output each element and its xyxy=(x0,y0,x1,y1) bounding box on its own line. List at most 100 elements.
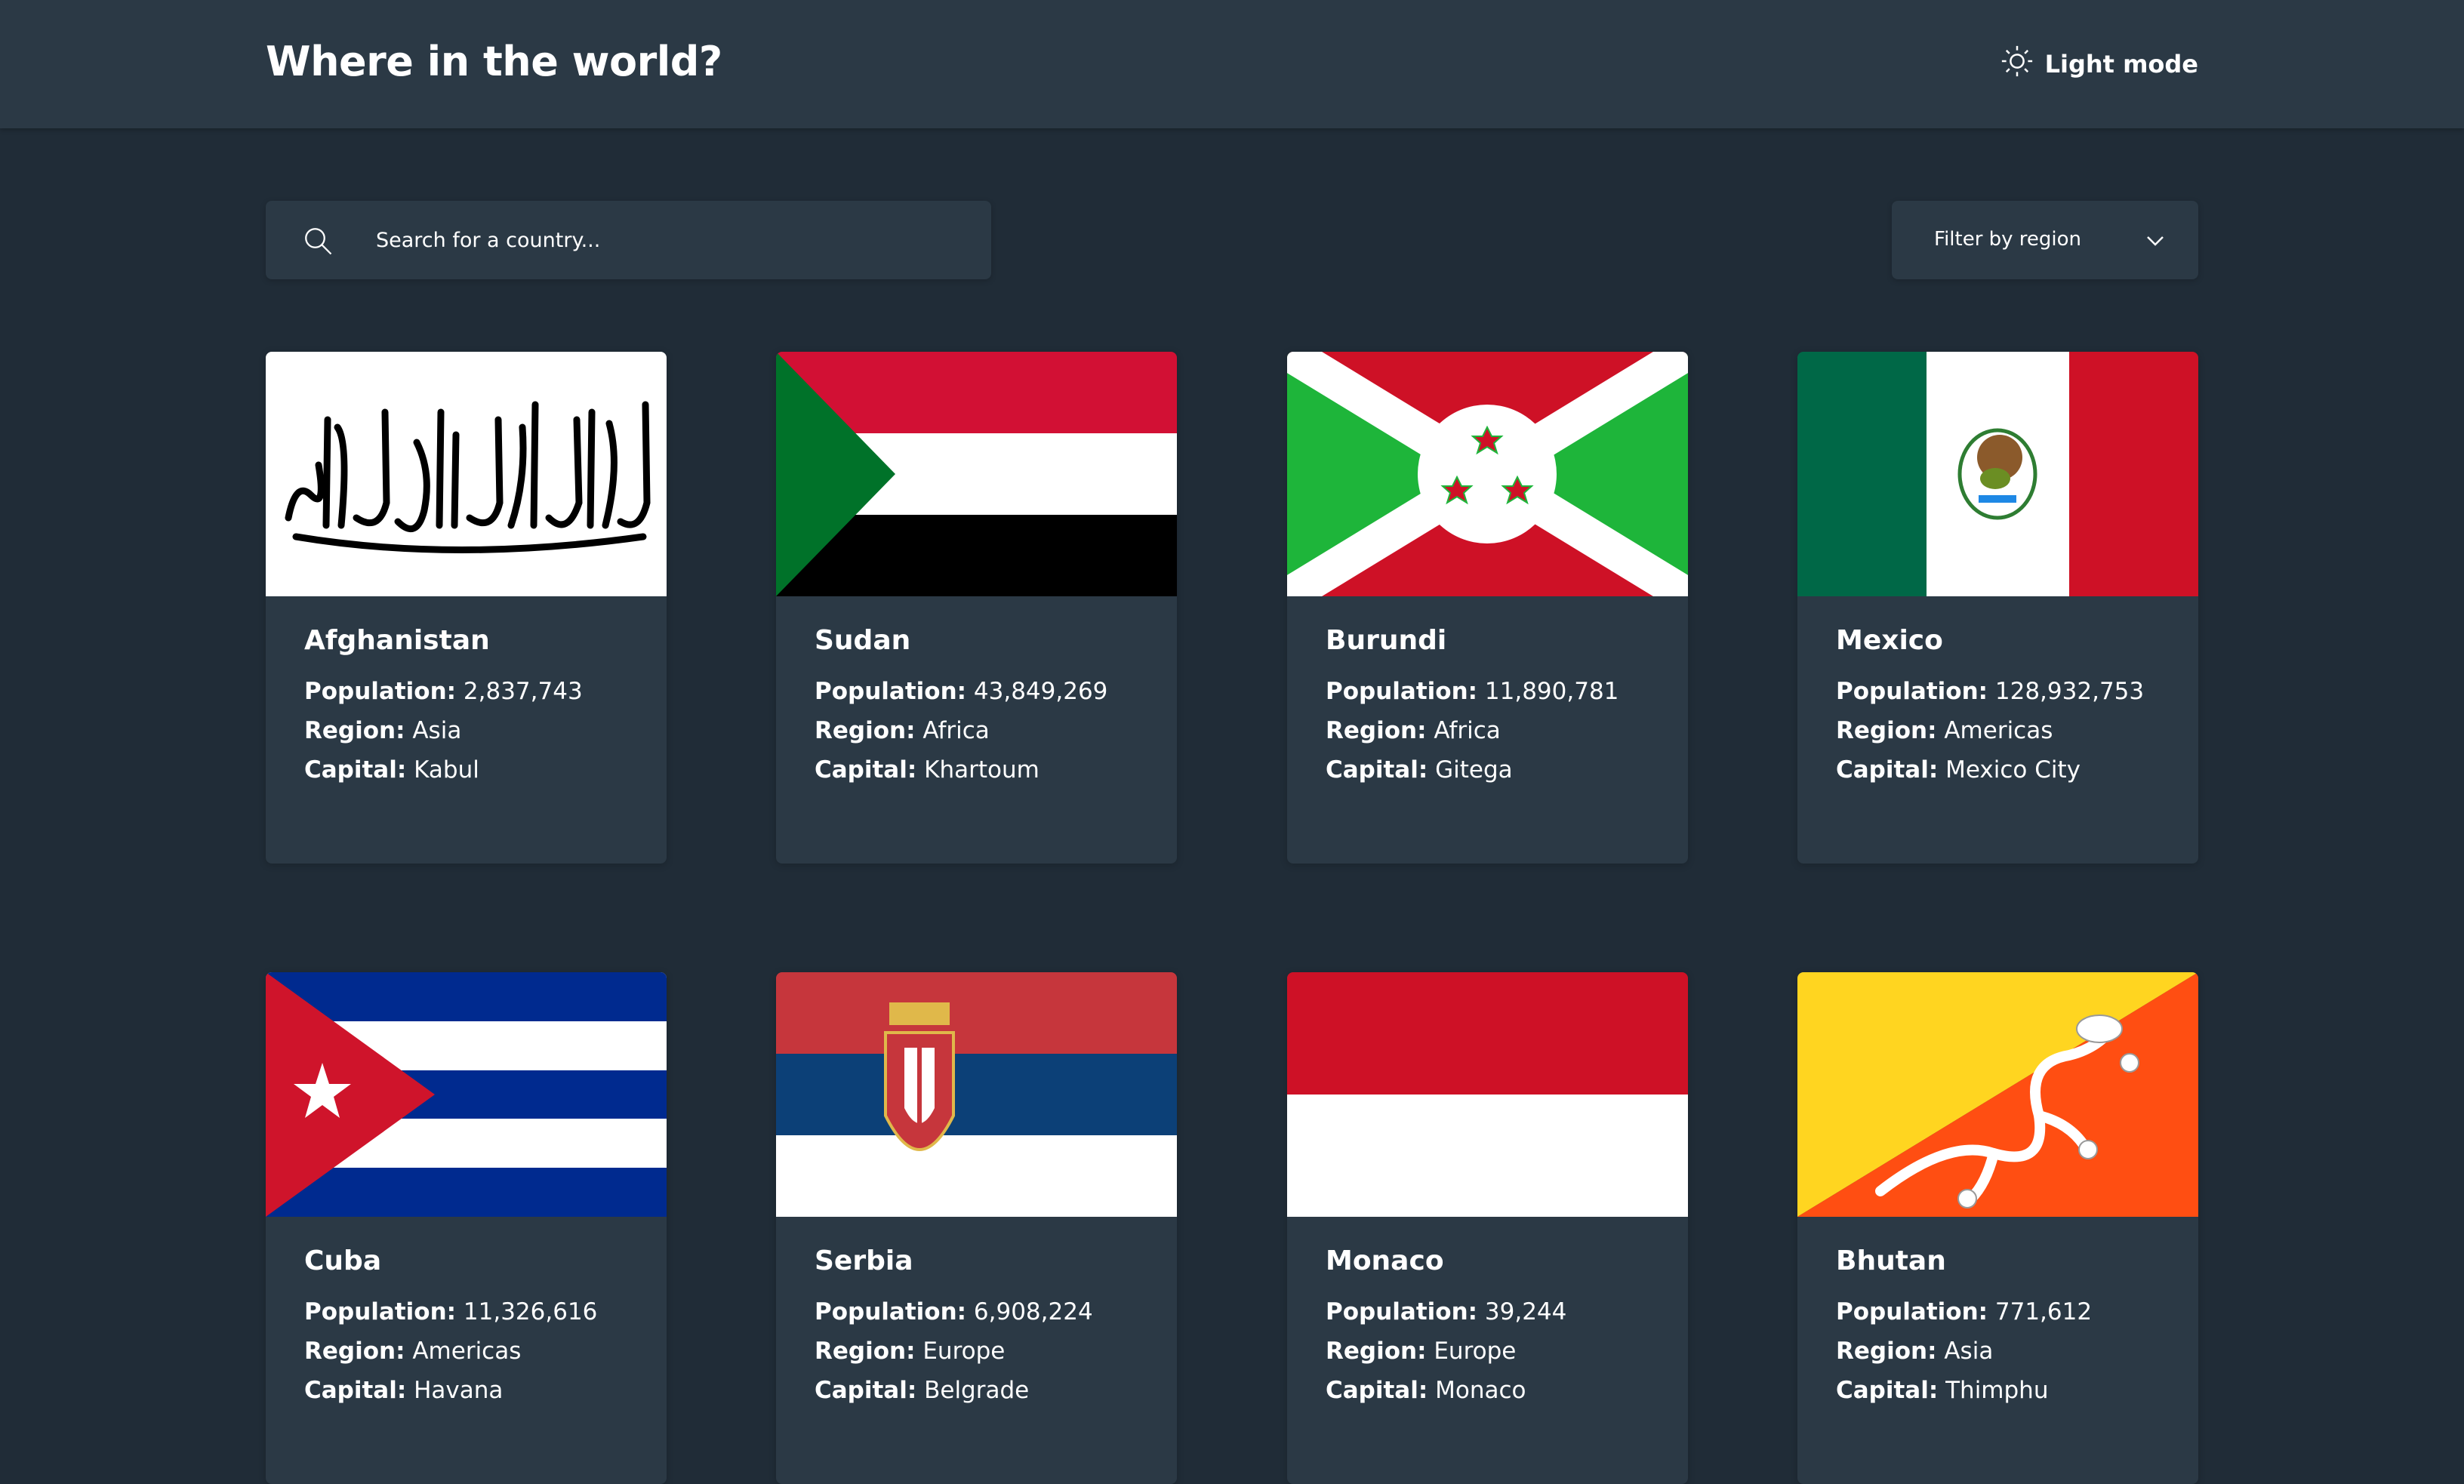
region-value: Africa xyxy=(922,717,990,744)
population-row: Population: 11,890,781 xyxy=(1326,677,1673,706)
country-name: Mexico xyxy=(1836,625,1943,656)
region-row: Region: Americas xyxy=(304,1337,651,1365)
capital-label: Capital: xyxy=(815,756,917,784)
flag-afghanistan xyxy=(266,352,667,596)
population-label: Population: xyxy=(1836,678,1988,705)
country-card-sudan[interactable]: Sudan Population: 43,849,269 Region: Afr… xyxy=(776,352,1177,864)
country-name: Cuba xyxy=(304,1245,382,1276)
population-value: 6,908,224 xyxy=(973,1298,1093,1325)
capital-value: Havana xyxy=(414,1377,504,1404)
region-label: Region: xyxy=(815,717,916,744)
region-label: Region: xyxy=(1326,717,1427,744)
country-card-afghanistan[interactable]: Afghanistan Population: 2,837,743 Region… xyxy=(266,352,667,864)
flag-cuba xyxy=(266,972,667,1217)
capital-row: Capital: Kabul xyxy=(304,756,651,784)
capital-value: Monaco xyxy=(1435,1377,1526,1404)
population-value: 128,932,753 xyxy=(1994,678,2145,705)
app-title: Where in the world? xyxy=(266,38,722,85)
region-label: Region: xyxy=(304,717,405,744)
region-value: Europe xyxy=(1434,1338,1517,1365)
region-label: Region: xyxy=(1836,717,1937,744)
country-name: Sudan xyxy=(815,625,911,656)
region-value: Asia xyxy=(412,717,462,744)
country-name: Burundi xyxy=(1326,625,1447,656)
country-card-monaco[interactable]: Monaco Population: 39,244 Region: Europe… xyxy=(1287,972,1688,1484)
population-row: Population: 128,932,753 xyxy=(1836,677,2183,706)
capital-value: Gitega xyxy=(1435,756,1513,784)
flag-serbia xyxy=(776,972,1177,1217)
region-label: Region: xyxy=(815,1338,916,1365)
region-value: Americas xyxy=(412,1338,522,1365)
capital-label: Capital: xyxy=(815,1377,917,1404)
population-value: 11,326,616 xyxy=(463,1298,598,1325)
population-label: Population: xyxy=(304,678,457,705)
capital-label: Capital: xyxy=(1836,1377,1939,1404)
population-label: Population: xyxy=(1836,1298,1988,1325)
capital-label: Capital: xyxy=(1836,756,1939,784)
region-value: Asia xyxy=(1944,1338,1994,1365)
header-bar: Where in the world? Light mode xyxy=(0,0,2464,128)
capital-row: Capital: Mexico City xyxy=(1836,756,2183,784)
region-row: Region: Europe xyxy=(1326,1337,1673,1365)
population-label: Population: xyxy=(1326,678,1478,705)
theme-toggle-button[interactable]: Light mode xyxy=(2000,44,2198,85)
population-value: 39,244 xyxy=(1484,1298,1567,1325)
search-input[interactable] xyxy=(374,201,963,279)
country-card-serbia[interactable]: Serbia Population: 6,908,224 Region: Eur… xyxy=(776,972,1177,1484)
population-value: 43,849,269 xyxy=(973,678,1108,705)
population-label: Population: xyxy=(815,678,967,705)
flag-mexico xyxy=(1797,352,2198,596)
capital-label: Capital: xyxy=(1326,1377,1428,1404)
capital-value: Belgrade xyxy=(924,1377,1030,1404)
theme-toggle-label: Light mode xyxy=(2044,50,2198,79)
region-row: Region: Americas xyxy=(1836,716,2183,745)
region-filter-dropdown[interactable]: Filter by region xyxy=(1892,201,2198,279)
capital-row: Capital: Khartoum xyxy=(815,756,1162,784)
population-value: 771,612 xyxy=(1994,1298,2093,1325)
region-value: Europe xyxy=(922,1338,1006,1365)
country-name: Monaco xyxy=(1326,1245,1444,1276)
sun-icon xyxy=(2000,44,2034,85)
country-name: Bhutan xyxy=(1836,1245,1946,1276)
country-name: Serbia xyxy=(815,1245,913,1276)
country-card-cuba[interactable]: Cuba Population: 11,326,616 Region: Amer… xyxy=(266,972,667,1484)
search-bar xyxy=(266,201,991,279)
region-row: Region: Europe xyxy=(815,1337,1162,1365)
region-row: Region: Africa xyxy=(815,716,1162,745)
capital-row: Capital: Belgrade xyxy=(815,1376,1162,1405)
population-label: Population: xyxy=(815,1298,967,1325)
region-row: Region: Asia xyxy=(1836,1337,2183,1365)
population-row: Population: 11,326,616 xyxy=(304,1298,651,1326)
flag-sudan xyxy=(776,352,1177,596)
population-row: Population: 39,244 xyxy=(1326,1298,1673,1326)
region-label: Region: xyxy=(1836,1338,1937,1365)
region-row: Region: Asia xyxy=(304,716,651,745)
region-row: Region: Africa xyxy=(1326,716,1673,745)
flag-burundi xyxy=(1287,352,1688,596)
region-label: Region: xyxy=(304,1338,405,1365)
population-row: Population: 43,849,269 xyxy=(815,677,1162,706)
flag-bhutan xyxy=(1797,972,2198,1217)
capital-row: Capital: Monaco xyxy=(1326,1376,1673,1405)
country-card-burundi[interactable]: Burundi Population: 11,890,781 Region: A… xyxy=(1287,352,1688,864)
capital-value: Kabul xyxy=(414,756,479,784)
country-card-mexico[interactable]: Mexico Population: 128,932,753 Region: A… xyxy=(1797,352,2198,864)
capital-value: Thimphu xyxy=(1945,1377,2049,1404)
capital-label: Capital: xyxy=(1326,756,1428,784)
capital-row: Capital: Gitega xyxy=(1326,756,1673,784)
population-value: 11,890,781 xyxy=(1484,678,1619,705)
region-label: Region: xyxy=(1326,1338,1427,1365)
capital-row: Capital: Thimphu xyxy=(1836,1376,2183,1405)
country-name: Afghanistan xyxy=(304,625,490,656)
flag-monaco xyxy=(1287,972,1688,1217)
capital-value: Mexico City xyxy=(1945,756,2081,784)
country-card-bhutan[interactable]: Bhutan Population: 771,612 Region: Asia … xyxy=(1797,972,2198,1484)
population-label: Population: xyxy=(304,1298,457,1325)
population-row: Population: 771,612 xyxy=(1836,1298,2183,1326)
region-filter-label: Filter by region xyxy=(1934,228,2082,251)
region-value: Africa xyxy=(1434,717,1501,744)
population-row: Population: 6,908,224 xyxy=(815,1298,1162,1326)
capital-label: Capital: xyxy=(304,1377,407,1404)
population-value: 2,837,743 xyxy=(463,678,583,705)
population-row: Population: 2,837,743 xyxy=(304,677,651,706)
